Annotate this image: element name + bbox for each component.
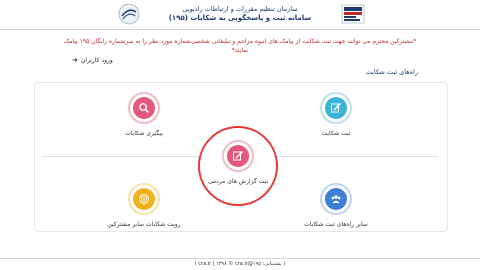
view-others-label: رویت شکایات سایر مشترکین (107, 221, 181, 228)
target-icon (133, 188, 155, 210)
track-complaint-item[interactable]: پیگیری شکایات (104, 92, 184, 137)
org-title: سازمان تنظیم مقررات و ارتباطات رادیویی (182, 5, 298, 13)
public-report-label: ثبت گزارش های مردمی (207, 178, 269, 185)
track-complaint-label: پیگیری شکایات (125, 130, 163, 137)
public-report-ring (222, 140, 254, 172)
public-report-item[interactable]: ثبت گزارش های مردمی (198, 140, 278, 185)
notice-text: *مشترکین محترم می توانند جهت ثبت شکایت ا… (63, 38, 417, 54)
login-link[interactable]: ورود کاربران ➜ (72, 56, 113, 64)
login-icon: ➜ (72, 56, 78, 64)
register-complaint-label: ثبت شکایت (321, 130, 351, 137)
other-ways-ring (320, 183, 352, 215)
other-ways-item[interactable]: سایر راه‌های ثبت شکایات (296, 183, 376, 228)
edit-icon (325, 97, 347, 119)
cra-logo-icon (341, 4, 365, 28)
register-complaint-item[interactable]: ثبت شکایت (296, 92, 376, 137)
page-header: سازمان تنظیم مقررات و ارتباطات رادیویی س… (0, 0, 480, 30)
emblem-icon (118, 3, 140, 25)
section-title: راه‌های ثبت شکایت (365, 68, 418, 76)
view-others-ring (128, 183, 160, 215)
users-icon (325, 188, 347, 210)
view-others-item[interactable]: رویت شکایات سایر مشترکین (104, 183, 184, 228)
search-icon (133, 97, 155, 119)
header-divider (0, 29, 480, 30)
footer-divider (0, 258, 480, 259)
system-title: سامانه ثبت و پاسخگویی به شکایات (۱۹۵) (168, 14, 312, 22)
other-ways-label: سایر راه‌های ثبت شکایات (304, 221, 368, 228)
login-label: ورود کاربران (80, 56, 113, 64)
register-complaint-ring (320, 92, 352, 124)
footer-text: ( پشتیبانی: ۱۹۵@cra.ir | ۱۳۹۸ © cra.ir ) (194, 261, 286, 267)
edit-icon (227, 145, 249, 167)
track-complaint-ring (128, 92, 160, 124)
